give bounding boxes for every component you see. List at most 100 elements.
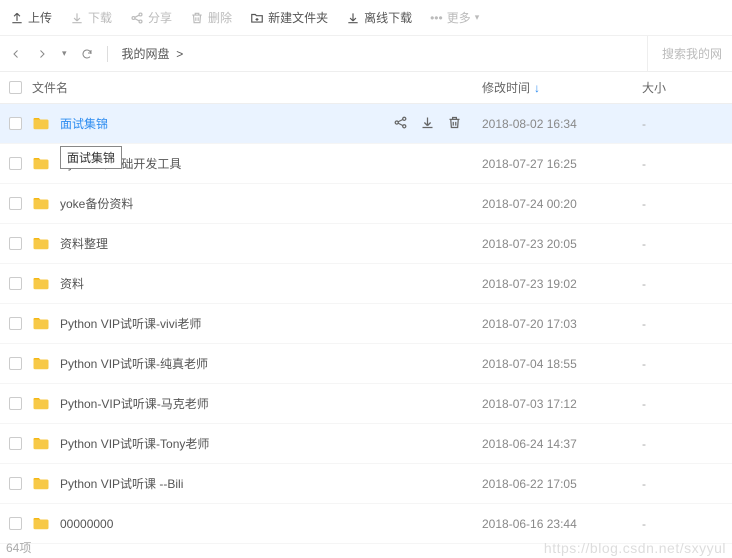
row-checkbox[interactable] <box>9 437 22 450</box>
row-checkbox[interactable] <box>9 317 22 330</box>
file-name[interactable]: Python VIP试听课-纯真老师 <box>60 355 208 372</box>
folder-icon <box>30 275 52 293</box>
file-time: 2018-07-20 17:03 <box>482 317 642 331</box>
breadcrumb[interactable]: 我的网盘 > <box>122 45 184 62</box>
file-time: 2018-07-04 18:55 <box>482 357 642 371</box>
file-name[interactable]: Python VIP试听课 --Bili <box>60 475 183 492</box>
upload-button[interactable]: 上传 <box>10 9 52 26</box>
file-size: - <box>642 397 732 411</box>
file-size: - <box>642 237 732 251</box>
file-size: - <box>642 117 732 131</box>
file-size: - <box>642 517 732 531</box>
file-time: 2018-08-02 16:34 <box>482 117 642 131</box>
file-time: 2018-06-24 14:37 <box>482 437 642 451</box>
select-all-checkbox[interactable] <box>9 81 22 94</box>
row-checkbox[interactable] <box>9 517 22 530</box>
cloud-download-icon <box>346 11 360 25</box>
breadcrumb-sep: > <box>176 47 183 61</box>
file-name[interactable]: Python-VIP试听课-马克老师 <box>60 395 209 412</box>
download-button[interactable]: 下载 <box>70 9 112 26</box>
row-checkbox[interactable] <box>9 197 22 210</box>
back-button[interactable] <box>10 48 22 60</box>
trash-icon <box>190 11 204 25</box>
forward-button[interactable] <box>36 48 48 60</box>
file-name[interactable]: Python VIP试听课-Tony老师 <box>60 435 209 452</box>
trash-icon[interactable] <box>447 115 462 133</box>
column-time-label: 修改时间 <box>482 79 530 96</box>
delete-button[interactable]: 删除 <box>190 9 232 26</box>
table-row[interactable]: Python VIP试听课-Tony老师 2018-06-24 14:37 - <box>0 424 732 464</box>
navbar: ▾ 我的网盘 > 搜索我的网 <box>0 36 732 72</box>
refresh-button[interactable] <box>81 48 93 60</box>
chevron-left-icon <box>10 48 22 60</box>
table-row[interactable]: yoke备份资料 2018-07-24 00:20 - <box>0 184 732 224</box>
file-size: - <box>642 357 732 371</box>
row-checkbox[interactable] <box>9 157 22 170</box>
folder-icon <box>30 235 52 253</box>
new-folder-button[interactable]: 新建文件夹 <box>250 9 328 26</box>
column-size[interactable]: 大小 <box>642 79 732 96</box>
file-name[interactable]: 资料整理 <box>60 235 108 252</box>
share-button[interactable]: 分享 <box>130 9 172 26</box>
upload-label: 上传 <box>28 9 52 26</box>
column-time[interactable]: 修改时间 ↓ <box>482 79 642 96</box>
folder-icon <box>30 195 52 213</box>
divider <box>107 46 108 62</box>
file-name[interactable]: 面试集锦 <box>60 115 108 132</box>
download-icon[interactable] <box>420 115 435 133</box>
column-name[interactable]: 文件名 <box>30 79 482 96</box>
row-checkbox[interactable] <box>9 117 22 130</box>
offline-download-button[interactable]: 离线下载 <box>346 9 412 26</box>
dots-icon: ••• <box>430 11 443 25</box>
table-header: 文件名 修改时间 ↓ 大小 <box>0 72 732 104</box>
download-icon <box>70 11 84 25</box>
row-checkbox[interactable] <box>9 477 22 490</box>
dropdown-button[interactable]: ▾ <box>62 48 67 59</box>
new-folder-icon <box>250 11 264 25</box>
offline-download-label: 离线下载 <box>364 9 412 26</box>
breadcrumb-root: 我的网盘 <box>122 47 170 61</box>
chevron-right-icon <box>36 48 48 60</box>
file-time: 2018-06-16 23:44 <box>482 517 642 531</box>
file-time: 2018-07-03 17:12 <box>482 397 642 411</box>
file-size: - <box>642 437 732 451</box>
row-checkbox[interactable] <box>9 277 22 290</box>
file-size: - <box>642 477 732 491</box>
row-actions <box>393 115 462 133</box>
table-row[interactable]: Python-VIP试听课-马克老师 2018-07-03 17:12 - <box>0 384 732 424</box>
folder-icon <box>30 355 52 373</box>
file-size: - <box>642 317 732 331</box>
folder-icon <box>30 395 52 413</box>
table-row[interactable]: 面试集锦 2018-08-02 16:34 - <box>0 104 732 144</box>
table-row[interactable]: 00000000 2018-06-16 23:44 - <box>0 504 732 544</box>
table-row[interactable]: 资料 2018-07-23 19:02 - <box>0 264 732 304</box>
share-icon[interactable] <box>393 115 408 133</box>
file-name[interactable]: 资料 <box>60 275 84 292</box>
refresh-icon <box>81 48 93 60</box>
sort-descending-icon: ↓ <box>534 81 540 95</box>
table-row[interactable]: Python VIP试听课-纯真老师 2018-07-04 18:55 - <box>0 344 732 384</box>
status-bar: 64项 <box>0 536 31 558</box>
table-row[interactable]: 资料整理 2018-07-23 20:05 - <box>0 224 732 264</box>
file-time: 2018-06-22 17:05 <box>482 477 642 491</box>
row-checkbox[interactable] <box>9 397 22 410</box>
search-input[interactable]: 搜索我的网 <box>647 36 722 71</box>
folder-icon <box>30 315 52 333</box>
file-time: 2018-07-27 16:25 <box>482 157 642 171</box>
file-size: - <box>642 277 732 291</box>
file-time: 2018-07-23 19:02 <box>482 277 642 291</box>
folder-icon <box>30 475 52 493</box>
row-checkbox[interactable] <box>9 357 22 370</box>
upload-icon <box>10 11 24 25</box>
tooltip: 面试集锦 <box>60 146 122 169</box>
file-name[interactable]: 00000000 <box>60 517 113 531</box>
new-folder-label: 新建文件夹 <box>268 9 328 26</box>
delete-label: 删除 <box>208 9 232 26</box>
file-name[interactable]: Python VIP试听课-vivi老师 <box>60 315 201 332</box>
file-name[interactable]: yoke备份资料 <box>60 195 133 212</box>
more-button[interactable]: •••更多 ▾ <box>430 9 479 26</box>
table-row[interactable]: Python VIP试听课 --Bili 2018-06-22 17:05 - <box>0 464 732 504</box>
folder-icon <box>30 155 52 173</box>
table-row[interactable]: Python VIP试听课-vivi老师 2018-07-20 17:03 - <box>0 304 732 344</box>
row-checkbox[interactable] <box>9 237 22 250</box>
